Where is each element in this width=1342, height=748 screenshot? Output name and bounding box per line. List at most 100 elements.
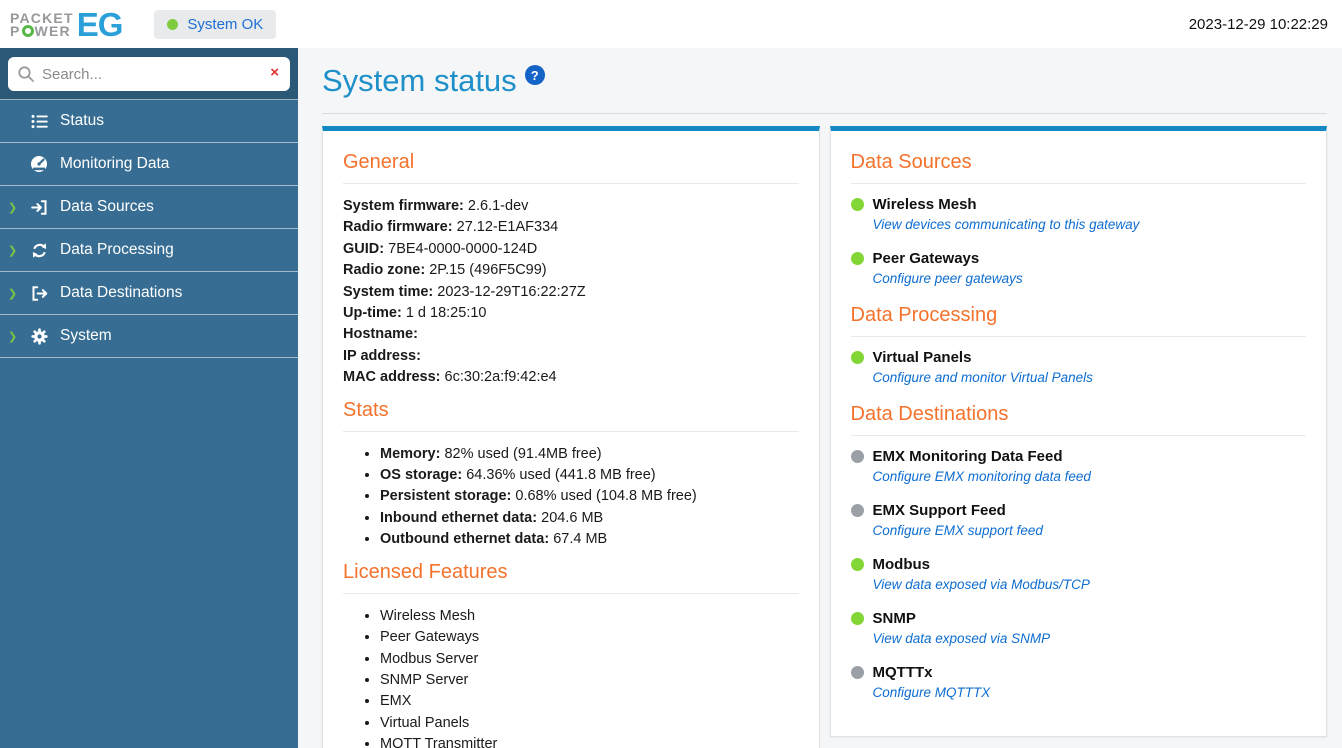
service-link[interactable]: View data exposed via SNMP <box>873 631 1051 646</box>
feature-item: EMX <box>380 691 799 712</box>
general-panel: General System firmware: 2.6.1-dev Radio… <box>322 126 820 748</box>
stat-item: Memory: 82% used (91.4MB free) <box>380 444 799 465</box>
service-name: SNMP <box>872 610 916 627</box>
sync-icon <box>26 242 52 259</box>
section-divider <box>343 183 799 184</box>
general-row: GUID: 7BE4-0000-0000-124D <box>343 240 538 257</box>
header-timestamp: 2023-12-29 10:22:29 <box>1188 15 1328 33</box>
sidebar-item-label: Monitoring Data <box>60 155 170 172</box>
status-badge-label: System OK <box>187 15 264 33</box>
logo-wordmark: PACKET P WER <box>10 11 74 39</box>
list-icon <box>26 113 52 130</box>
logo-o-ring-icon <box>21 25 34 37</box>
status-dot <box>850 504 864 517</box>
service-link[interactable]: Configure MQTTTX <box>873 685 991 700</box>
sidebar-item-label: Data Destinations <box>60 284 183 301</box>
general-row: System firmware: 2.6.1-dev <box>343 198 529 214</box>
general-row: System time: 2023-12-29T16:22:27Z <box>343 283 586 300</box>
status-dot <box>850 198 864 211</box>
general-row: IP address: <box>343 347 421 364</box>
sidebar-item-label: Status <box>60 112 104 129</box>
stat-item: Inbound ethernet data: 204.6 MB <box>380 508 799 529</box>
chevron-right-icon <box>8 330 26 343</box>
general-rows: System firmware: 2.6.1-dev Radio firmwar… <box>343 196 799 389</box>
service-name: Wireless Mesh <box>872 196 977 213</box>
sidebar-item-label: System <box>60 327 112 344</box>
sidebar-search-strip: × <box>0 48 298 100</box>
feature-item: Peer Gateways <box>380 627 799 648</box>
licensed-features-heading: Licensed Features <box>343 560 508 583</box>
gear-icon <box>26 327 52 345</box>
service-name: EMX Support Feed <box>872 502 1006 519</box>
service-item-emx-support-feed: EMX Support Feed Configure EMX support f… <box>850 502 1307 540</box>
help-icon[interactable]: ? <box>524 65 545 85</box>
sidebar-item-monitoring-data[interactable]: Monitoring Data <box>0 143 298 186</box>
general-heading: General <box>343 151 415 173</box>
section-divider <box>343 430 799 432</box>
status-dot <box>850 666 864 679</box>
content-area: System status ? General System firmware:… <box>298 48 1342 748</box>
section-divider <box>850 336 1306 337</box>
service-item-virtual-panels: Virtual Panels Configure and monitor Vir… <box>850 349 1307 387</box>
sidebar-item-label: Data Sources <box>60 198 154 215</box>
search-icon <box>17 65 35 88</box>
system-status-badge[interactable]: System OK <box>154 9 277 39</box>
sidebar-item-system[interactable]: System <box>0 315 298 358</box>
status-dot <box>850 252 864 265</box>
clear-search-icon[interactable]: × <box>270 64 279 81</box>
sidebar-item-status[interactable]: Status <box>0 100 298 143</box>
service-item-mqtttx: MQTTTx Configure MQTTTX <box>850 664 1307 702</box>
logo-product-eg: EG <box>76 5 124 43</box>
sign-in-icon <box>26 199 52 216</box>
service-link[interactable]: Configure EMX monitoring data feed <box>873 469 1091 484</box>
services-status-panel: Data Sources Wireless Mesh View devices … <box>829 126 1327 737</box>
data-processing-heading: Data Processing <box>850 304 998 326</box>
service-item-modbus: Modbus View data exposed via Modbus/TCP <box>850 556 1307 594</box>
feature-item: Virtual Panels <box>380 713 799 734</box>
stat-item: OS storage: 64.36% used (441.8 MB free) <box>380 465 799 486</box>
logo-line2-pre: P <box>10 22 21 39</box>
service-item-wireless-mesh: Wireless Mesh View devices communicating… <box>850 196 1307 234</box>
chevron-right-icon <box>8 287 26 300</box>
chevron-right-icon <box>8 201 26 214</box>
search-input[interactable] <box>8 57 290 91</box>
top-header: PACKET P WER EG System OK 2023-12-29 10:2… <box>0 0 1342 48</box>
service-link[interactable]: View devices communicating to this gatew… <box>873 217 1140 232</box>
general-row: Up-time: 1 d 18:25:10 <box>343 305 487 322</box>
logo-line2-post: WER <box>34 22 71 39</box>
sidebar-item-data-processing[interactable]: Data Processing <box>0 229 298 272</box>
chevron-right-icon <box>8 244 26 257</box>
sidebar-item-data-sources[interactable]: Data Sources <box>0 186 298 229</box>
service-link[interactable]: Configure EMX support feed <box>873 523 1043 538</box>
general-row: Radio firmware: 27.12-E1AF334 <box>343 219 559 236</box>
stats-heading: Stats <box>343 398 389 421</box>
status-dot <box>850 558 864 571</box>
status-dot <box>850 612 864 625</box>
general-row: Radio zone: 2P.15 (496F5C99) <box>343 262 547 279</box>
status-ok-dot-icon <box>167 18 179 30</box>
page-title: System status <box>322 63 517 98</box>
stat-item: Outbound ethernet data: 67.4 MB <box>380 529 799 550</box>
service-link[interactable]: Configure peer gateways <box>873 271 1023 286</box>
data-destinations-heading: Data Destinations <box>850 403 1009 425</box>
service-link[interactable]: Configure and monitor Virtual Panels <box>873 370 1093 385</box>
stats-list: Memory: 82% used (91.4MB free) OS storag… <box>343 444 799 551</box>
service-name: Peer Gateways <box>872 250 980 267</box>
general-row: MAC address: 6c:30:2a:f9:42:e4 <box>343 369 557 386</box>
service-name: MQTTTx <box>872 664 933 681</box>
packet-power-logo[interactable]: PACKET P WER EG <box>10 5 124 43</box>
feature-item: Modbus Server <box>380 649 799 670</box>
service-link[interactable]: View data exposed via Modbus/TCP <box>873 577 1090 592</box>
sidebar-item-data-destinations[interactable]: Data Destinations <box>0 272 298 315</box>
feature-item: Wireless Mesh <box>380 606 799 627</box>
stat-item: Persistent storage: 0.68% used (104.8 MB… <box>380 486 799 507</box>
service-item-emx-monitoring-data-feed: EMX Monitoring Data Feed Configure EMX m… <box>850 448 1307 486</box>
service-item-snmp: SNMP View data exposed via SNMP <box>850 610 1307 648</box>
section-divider <box>850 183 1306 184</box>
general-row: Hostname: <box>343 326 418 343</box>
licensed-features-list: Wireless Mesh Peer Gateways Modbus Serve… <box>343 606 799 748</box>
feature-item: SNMP Server <box>380 670 799 691</box>
data-sources-heading: Data Sources <box>850 151 972 173</box>
status-dot <box>850 450 864 463</box>
feature-item: MQTT Transmitter <box>380 734 799 748</box>
